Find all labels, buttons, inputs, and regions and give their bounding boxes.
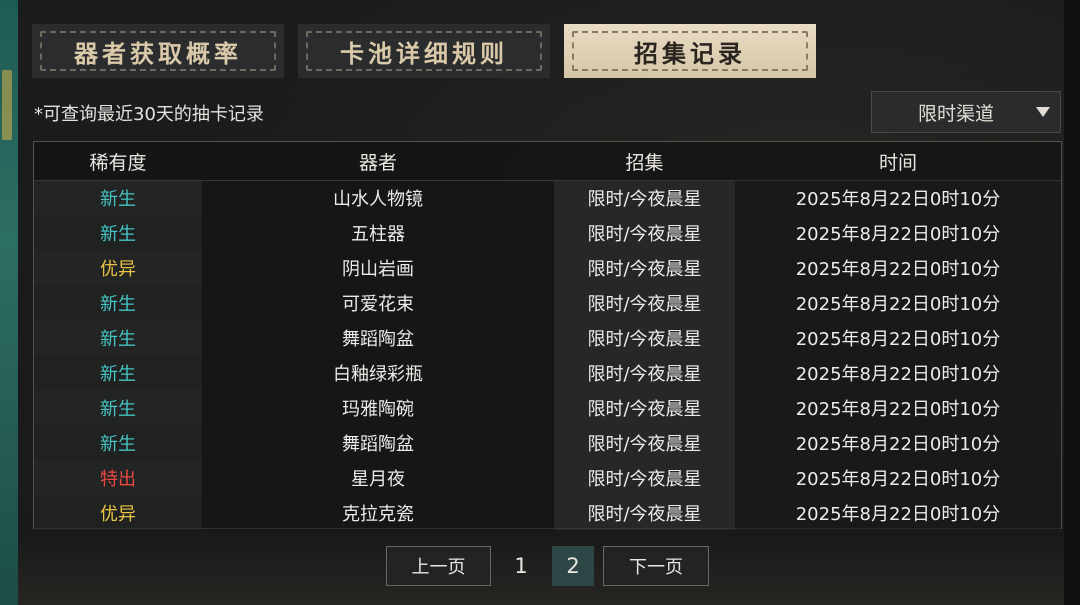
- rarity-cell: 新生: [34, 180, 202, 215]
- table-row: 新生 山水人物镜 限时/今夜晨星 2025年8月22日0时10分: [34, 180, 1061, 215]
- time-cell: 2025年8月22日0时10分: [735, 320, 1061, 355]
- item-cell: 克拉克瓷: [202, 495, 554, 530]
- recruit-cell: 限时/今夜晨星: [554, 320, 735, 355]
- table-row: 新生 五柱器 限时/今夜晨星 2025年8月22日0时10分: [34, 215, 1061, 250]
- rarity-cell: 新生: [34, 425, 202, 460]
- item-cell: 星月夜: [202, 460, 554, 495]
- time-cell: 2025年8月22日0时10分: [735, 180, 1061, 215]
- table-header: 稀有度 器者 招集 时间: [34, 142, 1061, 181]
- item-cell: 白釉绿彩瓶: [202, 355, 554, 390]
- time-cell: 2025年8月22日0时10分: [735, 355, 1061, 390]
- time-cell: 2025年8月22日0时10分: [735, 495, 1061, 530]
- channel-dropdown-value: 限时渠道: [917, 102, 994, 125]
- item-cell: 五柱器: [202, 215, 554, 250]
- recruit-cell: 限时/今夜晨星: [554, 285, 735, 320]
- time-cell: 2025年8月22日0时10分: [735, 285, 1061, 320]
- tab-label: 招集记录: [634, 38, 746, 68]
- records-table: 稀有度 器者 招集 时间 新生 山水人物镜 限时/今夜晨星 2025年8月22日0时1…: [33, 141, 1062, 530]
- tab-recruit-records[interactable]: 招集记录: [564, 24, 816, 78]
- item-cell: 阴山岩画: [202, 250, 554, 285]
- item-cell: 可爱花束: [202, 285, 554, 320]
- table-row: 新生 白釉绿彩瓶 限时/今夜晨星 2025年8月22日0时10分: [34, 355, 1061, 390]
- recruit-cell: 限时/今夜晨星: [554, 215, 735, 250]
- item-cell: 山水人物镜: [202, 180, 554, 215]
- tab-pool-rules[interactable]: 卡池详细规则: [298, 24, 550, 78]
- prev-page-button[interactable]: 上一页: [386, 546, 491, 586]
- rarity-cell: 优异: [34, 495, 202, 530]
- next-page-button[interactable]: 下一页: [603, 546, 709, 586]
- rarity-cell: 新生: [34, 215, 202, 250]
- header-time: 时间: [878, 151, 917, 174]
- record-note: *可查询最近30天的抽卡记录: [34, 104, 264, 125]
- channel-dropdown[interactable]: 限时渠道: [871, 91, 1061, 133]
- item-cell: 玛雅陶碗: [202, 390, 554, 425]
- time-cell: 2025年8月22日0时10分: [735, 390, 1061, 425]
- table-row: 新生 玛雅陶碗 限时/今夜晨星 2025年8月22日0时10分: [34, 390, 1061, 425]
- recruit-cell: 限时/今夜晨星: [554, 495, 735, 530]
- header-rarity: 稀有度: [89, 151, 147, 174]
- table-body: 新生 山水人物镜 限时/今夜晨星 2025年8月22日0时10分 新生 五柱器 限时/今夜晨…: [34, 180, 1061, 530]
- item-cell: 舞蹈陶盆: [202, 425, 554, 460]
- rarity-cell: 新生: [34, 320, 202, 355]
- recruit-cell: 限时/今夜晨星: [554, 355, 735, 390]
- rarity-cell: 优异: [34, 250, 202, 285]
- background-right-edge: [1064, 0, 1080, 605]
- item-cell: 舞蹈陶盆: [202, 320, 554, 355]
- tab-label: 器者获取概率: [74, 38, 242, 68]
- rarity-cell: 新生: [34, 355, 202, 390]
- tab-label: 卡池详细规则: [340, 38, 508, 68]
- header-recruit: 招集: [625, 151, 664, 174]
- recruit-cell: 限时/今夜晨星: [554, 425, 735, 460]
- time-cell: 2025年8月22日0时10分: [735, 250, 1061, 285]
- page-1-button[interactable]: 1: [500, 546, 542, 586]
- time-cell: 2025年8月22日0时10分: [735, 425, 1061, 460]
- page-2-button[interactable]: 2: [552, 546, 594, 586]
- table-row: 优异 克拉克瓷 限时/今夜晨星 2025年8月22日0时10分: [34, 495, 1061, 530]
- background-left-edge: [0, 0, 18, 605]
- table-row: 新生 舞蹈陶盆 限时/今夜晨星 2025年8月22日0时10分: [34, 425, 1061, 460]
- rarity-cell: 新生: [34, 285, 202, 320]
- time-cell: 2025年8月22日0时10分: [735, 460, 1061, 495]
- time-cell: 2025年8月22日0时10分: [735, 215, 1061, 250]
- recruit-cell: 限时/今夜晨星: [554, 460, 735, 495]
- triangle-down-icon: [1036, 107, 1050, 117]
- table-row: 特出 星月夜 限时/今夜晨星 2025年8月22日0时10分: [34, 460, 1061, 495]
- recruit-cell: 限时/今夜晨星: [554, 390, 735, 425]
- recruit-cell: 限时/今夜晨星: [554, 180, 735, 215]
- table-row: 新生 可爱花束 限时/今夜晨星 2025年8月22日0时10分: [34, 285, 1061, 320]
- table-row: 新生 舞蹈陶盆 限时/今夜晨星 2025年8月22日0时10分: [34, 320, 1061, 355]
- tab-acquire-probability[interactable]: 器者获取概率: [32, 24, 284, 78]
- header-item: 器者: [358, 151, 397, 174]
- recruit-cell: 限时/今夜晨星: [554, 250, 735, 285]
- rarity-cell: 新生: [34, 390, 202, 425]
- table-row: 优异 阴山岩画 限时/今夜晨星 2025年8月22日0时10分: [34, 250, 1061, 285]
- rarity-cell: 特出: [34, 460, 202, 495]
